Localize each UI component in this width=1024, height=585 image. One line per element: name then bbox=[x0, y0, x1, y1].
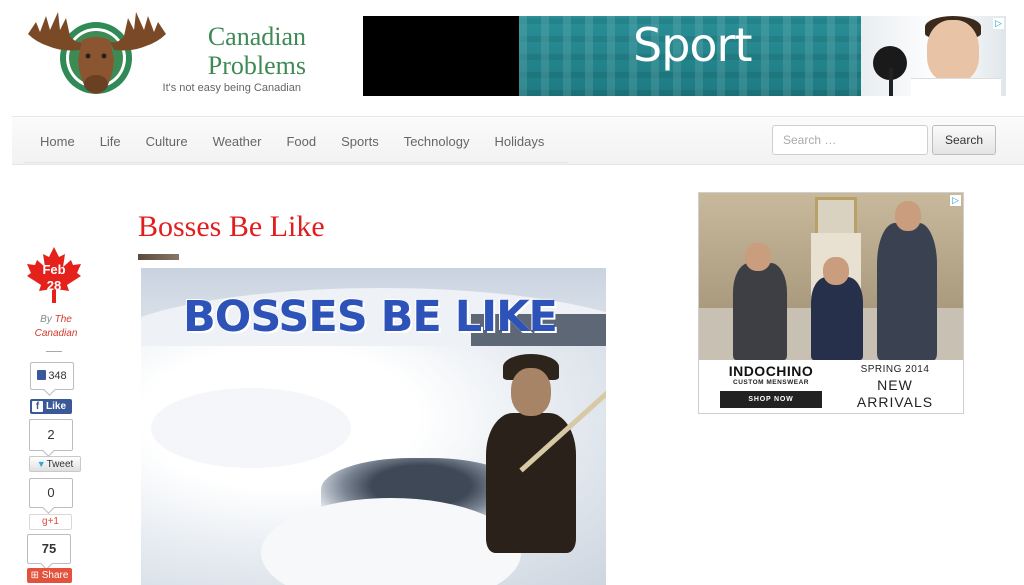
top-banner-ad[interactable]: Sport ▷ bbox=[363, 16, 1006, 96]
post-byline: By The Canadian bbox=[27, 313, 85, 341]
byline-prefix: By bbox=[40, 314, 52, 325]
nav-item-home[interactable]: Home bbox=[40, 134, 75, 149]
gplus-count: 0 bbox=[29, 478, 73, 508]
facebook-icon: f bbox=[32, 401, 43, 412]
nav-item-holidays[interactable]: Holidays bbox=[494, 134, 544, 149]
image-caption: BOSSES BE LIKE bbox=[183, 292, 558, 342]
post-date-day: 28 bbox=[46, 278, 62, 293]
ad-model bbox=[877, 223, 937, 360]
sidebar-ad[interactable]: ▷ INDOCHINO CUSTOM MENSWEAR SHOP NOW SPR… bbox=[698, 192, 964, 414]
image-man-head bbox=[511, 368, 551, 416]
thumbs-up-icon bbox=[37, 370, 47, 380]
gplus-button[interactable]: g+1 bbox=[29, 514, 72, 530]
nav-underline bbox=[24, 162, 568, 163]
post-title[interactable]: Bosses Be Like bbox=[138, 210, 325, 244]
ad-model bbox=[733, 263, 787, 360]
nav-item-technology[interactable]: Technology bbox=[404, 134, 470, 149]
ad-model bbox=[811, 277, 863, 360]
nav-item-culture[interactable]: Culture bbox=[146, 134, 188, 149]
tweet-button[interactable]: ▼Tweet bbox=[29, 456, 81, 472]
shop-now-button[interactable]: SHOP NOW bbox=[720, 391, 822, 408]
tweet-label: Tweet bbox=[46, 459, 74, 470]
facebook-count-value: 348 bbox=[48, 370, 67, 382]
share-button[interactable]: ⊞ Share bbox=[27, 568, 72, 583]
meta-divider bbox=[46, 351, 62, 352]
post-thumbnail-strip bbox=[138, 254, 179, 260]
ad-headline: Sport bbox=[633, 18, 752, 72]
post-date-month: Feb bbox=[42, 262, 66, 277]
tweet-count: 2 bbox=[29, 419, 73, 451]
share-count: 75 bbox=[27, 534, 71, 564]
ad-black-panel bbox=[363, 16, 519, 96]
ad-model-head bbox=[745, 243, 771, 271]
ad-season: SPRING 2014 bbox=[860, 364, 930, 375]
adchoices-icon[interactable]: ▷ bbox=[993, 18, 1004, 29]
lamp-stand bbox=[889, 68, 893, 96]
share-label: Share bbox=[41, 570, 69, 581]
ad-photo bbox=[861, 16, 1006, 96]
gplus-label: +1 bbox=[47, 516, 59, 527]
facebook-like-count: 348 bbox=[30, 362, 74, 390]
nav-item-life[interactable]: Life bbox=[100, 134, 121, 149]
ad-new: NEW bbox=[877, 377, 913, 393]
site-title-line1: Canadian bbox=[207, 22, 306, 51]
share-plus-icon: ⊞ bbox=[30, 570, 39, 581]
site-tagline: It's not easy being Canadian bbox=[162, 82, 301, 94]
post-image[interactable]: BOSSES BE LIKE bbox=[141, 268, 606, 585]
twitter-bird-icon: ▼ bbox=[36, 459, 46, 469]
nav-menu: Home Life Culture Weather Food Sports Te… bbox=[40, 117, 569, 166]
nav-item-weather[interactable]: Weather bbox=[213, 134, 262, 149]
ad-model-head bbox=[823, 257, 849, 285]
model-face bbox=[927, 20, 979, 82]
adchoices-icon[interactable]: ▷ bbox=[950, 195, 961, 206]
nav-item-sports[interactable]: Sports bbox=[341, 134, 379, 149]
ad-model-head bbox=[895, 201, 921, 231]
search-input[interactable] bbox=[772, 125, 928, 155]
facebook-like-button[interactable]: f Like bbox=[30, 399, 72, 414]
search-button[interactable]: Search bbox=[932, 125, 996, 155]
ad-subtitle: CUSTOM MENSWEAR bbox=[733, 379, 809, 386]
site-title[interactable]: Canadian Problems bbox=[184, 22, 306, 80]
image-drift bbox=[151, 388, 351, 468]
site-title-line2: Problems bbox=[207, 51, 306, 80]
facebook-like-label: Like bbox=[46, 401, 67, 412]
ad-brand: INDOCHINO bbox=[728, 363, 814, 379]
model-shirt bbox=[911, 78, 1001, 96]
ad-arrivals: ARRIVALS bbox=[856, 394, 934, 410]
nav-item-food[interactable]: Food bbox=[286, 134, 316, 149]
